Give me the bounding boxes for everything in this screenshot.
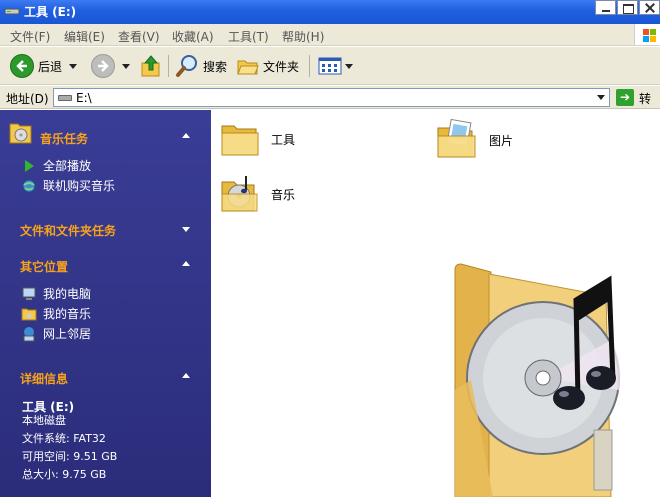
my-computer-link[interactable]: 我的电脑 (21, 285, 91, 302)
file-name: 工具 (271, 132, 296, 147)
windows-logo-icon (634, 24, 660, 45)
folder-icon (221, 125, 259, 156)
music-folder-icon (9, 123, 32, 144)
music-folder-watermark-icon (454, 263, 621, 497)
network-icon (21, 326, 37, 342)
folders-label: 文件夹 (263, 59, 300, 74)
globe-icon (21, 178, 37, 194)
picture-folder-icon (437, 118, 476, 158)
address-dropdown-icon[interactable] (593, 89, 609, 106)
maximize-button[interactable] (617, 0, 638, 15)
window-controls (594, 0, 660, 15)
back-button[interactable]: 后退 (10, 52, 78, 80)
forward-button[interactable] (91, 52, 130, 80)
my-computer-label: 我的电脑 (43, 287, 92, 301)
toolbar-separator (168, 55, 169, 77)
details-title[interactable]: 详细信息 (20, 370, 68, 387)
menu-tools[interactable]: 工具(T) (228, 28, 269, 45)
menu-bar: 文件(F) 编辑(E) 查看(V) 收藏(A) 工具(T) 帮助(H) (0, 24, 660, 46)
file-tasks-title[interactable]: 文件和文件夹任务 (20, 222, 116, 239)
file-item[interactable]: 工具 (219, 118, 295, 160)
drive-icon (58, 95, 72, 101)
explorer-window: 工具 (E:) 文件(F) 编辑(E) 查看(V) 收藏(A) 工具(T) 帮助… (0, 0, 660, 497)
views-dropdown-icon[interactable] (345, 63, 353, 69)
menu-file[interactable]: 文件(F) (10, 28, 50, 45)
address-input[interactable]: E:\ (53, 88, 610, 107)
folders-icon (237, 60, 259, 75)
back-dropdown-icon[interactable] (69, 63, 78, 69)
my-music-link[interactable]: 我的音乐 (21, 305, 91, 322)
go-arrow-icon[interactable]: ➔ (616, 89, 634, 106)
music-tasks-title[interactable]: 音乐任务 (40, 130, 88, 147)
details-free-space: 可用空间: 9.51 GB (22, 450, 118, 463)
collapse-chevron-icon[interactable] (182, 373, 190, 378)
close-button[interactable] (639, 0, 660, 15)
title-bar[interactable]: 工具 (E:) (0, 0, 660, 24)
expand-chevron-icon[interactable] (182, 227, 190, 232)
folders-button[interactable]: 文件夹 (237, 52, 299, 80)
file-name: 图片 (489, 133, 514, 148)
buy-music-label: 联机购买音乐 (43, 179, 116, 193)
forward-arrow-icon (91, 54, 115, 78)
file-view: 工具 图片 音乐 (211, 110, 660, 497)
music-folder-icon (221, 176, 258, 212)
play-all-link[interactable]: 全部播放 (21, 157, 91, 174)
details-total-size: 总大小: 9.75 GB (22, 468, 107, 481)
details-filesystem: 文件系统: FAT32 (22, 432, 106, 445)
search-button[interactable]: 搜索 (175, 52, 227, 80)
menu-edit[interactable]: 编辑(E) (64, 28, 105, 45)
buy-music-link[interactable]: 联机购买音乐 (21, 177, 115, 194)
address-label: 地址(D) (6, 92, 49, 106)
address-value: E:\ (76, 91, 92, 105)
music-folder-icon (21, 306, 37, 322)
toolbar-separator (309, 55, 310, 77)
up-button[interactable] (140, 52, 162, 80)
up-folder-icon (141, 55, 160, 77)
menu-view[interactable]: 查看(V) (118, 28, 160, 45)
back-label: 后退 (38, 59, 63, 74)
play-all-label: 全部播放 (43, 159, 92, 173)
collapse-chevron-icon[interactable] (182, 261, 190, 266)
details-type: 本地磁盘 (22, 414, 66, 427)
menu-help[interactable]: 帮助(H) (282, 28, 324, 45)
play-icon (21, 158, 37, 174)
forward-dropdown-icon[interactable] (122, 63, 130, 69)
my-music-label: 我的音乐 (43, 307, 92, 321)
file-item[interactable]: 音乐 (219, 172, 295, 216)
toolbar: 后退 搜索 文件夹 (0, 47, 660, 85)
network-places-link[interactable]: 网上邻居 (21, 325, 91, 342)
minimize-button[interactable] (595, 0, 616, 15)
network-places-label: 网上邻居 (43, 327, 92, 341)
back-arrow-icon (10, 54, 34, 78)
views-button[interactable] (318, 52, 353, 80)
menu-favorites[interactable]: 收藏(A) (172, 28, 214, 45)
file-name: 音乐 (271, 187, 296, 202)
computer-icon (21, 286, 37, 302)
drive-icon (4, 8, 20, 15)
file-item[interactable]: 图片 (435, 118, 513, 162)
other-places-title[interactable]: 其它位置 (20, 258, 68, 275)
search-label: 搜索 (203, 59, 228, 74)
address-bar: 地址(D) E:\ ➔ 转到 (0, 86, 660, 123)
search-icon (176, 55, 197, 77)
window-title: 工具 (E:) (24, 5, 77, 19)
views-icon (318, 57, 342, 75)
collapse-chevron-icon[interactable] (182, 133, 190, 138)
task-pane: 音乐任务 全部播放 联机购买音乐 文件和文件夹任务 其它位置 我的电脑 我的音乐… (0, 110, 211, 497)
